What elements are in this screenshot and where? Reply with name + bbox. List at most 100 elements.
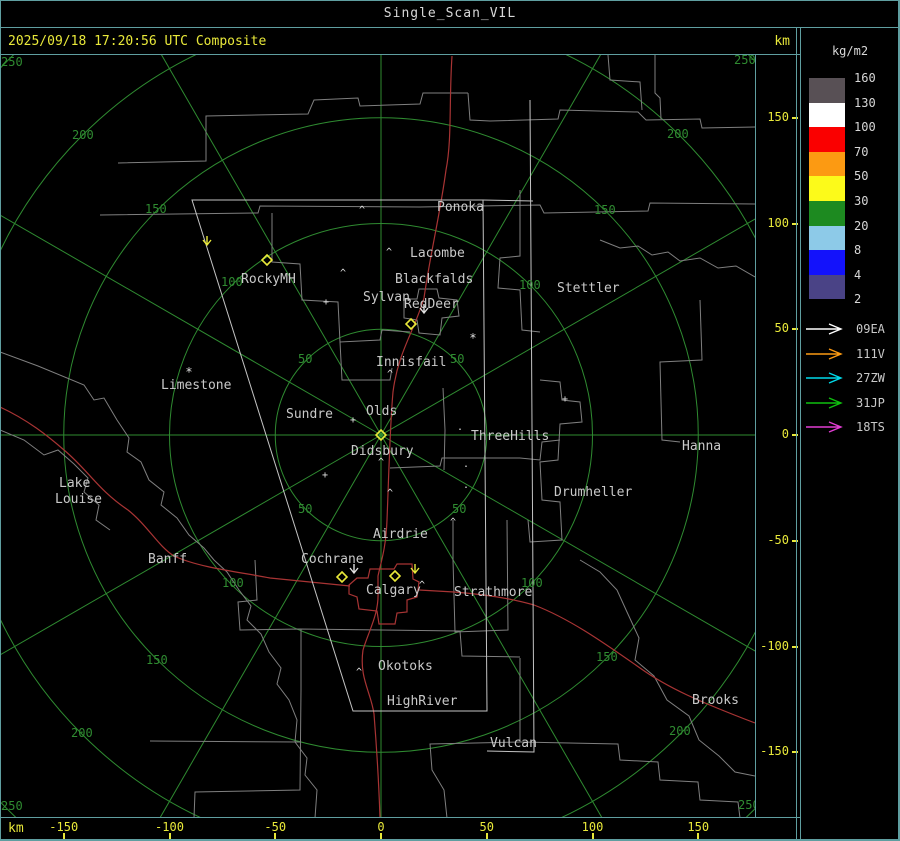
frame-datebar-bottom	[0, 54, 800, 55]
city-label: Blackfalds	[395, 272, 473, 287]
city-label: Lacombe	[410, 246, 465, 261]
range-ring-label: 150	[145, 202, 167, 216]
scan-coverage-outline	[486, 99, 535, 753]
city-label: Strathmore	[454, 585, 532, 600]
track-legend-row: 27ZW	[804, 367, 885, 389]
point-marker-icon: ^	[450, 517, 456, 528]
county-boundary	[527, 379, 583, 543]
right-axis-tick-mark	[792, 116, 798, 119]
county-boundary	[654, 55, 662, 120]
county-boundary	[607, 55, 643, 111]
point-marker-icon: *	[469, 331, 476, 345]
colorbar-unit-label: kg/m2	[831, 44, 869, 58]
status-bar: 2025/09/18 17:20:56 UTC Composite km	[0, 28, 800, 54]
track-id-label: 27ZW	[856, 371, 885, 385]
colorbar-swatch	[809, 127, 845, 152]
range-radial	[380, 434, 755, 652]
colorbar-swatch	[809, 151, 845, 177]
right-axis-tick-label: 50	[774, 321, 789, 336]
county-boundary	[452, 519, 509, 633]
bottom-axis-tick-label: 0	[377, 820, 385, 834]
track-legend-row: 111V	[804, 343, 885, 365]
range-ring-label: 50	[298, 502, 312, 516]
right-axis-unit-label: km	[774, 34, 790, 49]
city-label: HighRiver	[387, 694, 458, 709]
timestamp-label: 2025/09/18 17:20:56 UTC Composite	[8, 34, 267, 49]
range-ring-label: 150	[596, 650, 618, 664]
bottom-axis-tick-label: 150	[687, 820, 710, 834]
point-marker-icon: ^	[386, 247, 392, 258]
right-axis-tick-label: -50	[767, 532, 789, 547]
range-radial	[159, 434, 382, 818]
county-boundary	[467, 92, 755, 129]
city-label: Drumheller	[554, 485, 632, 500]
storm-cell-diamond-icon	[335, 570, 349, 584]
city-label: RedDeer	[404, 297, 459, 312]
right-axis-tick-label: 0	[781, 427, 789, 441]
county-boundary	[99, 202, 755, 216]
bottom-axis: km -150 -100 -50 0 50 100 150	[0, 818, 800, 841]
point-marker-icon: +	[323, 297, 329, 308]
point-marker-icon: ^	[378, 457, 384, 468]
point-marker-icon: ^	[387, 488, 393, 499]
track-id-label: 09EA	[856, 322, 885, 336]
colorbar-swatch	[809, 78, 845, 103]
range-ring-label: 200	[669, 724, 691, 738]
point-marker-icon: *	[185, 365, 192, 379]
colorbar-swatch	[809, 201, 845, 226]
colorbar-value-label: 70	[854, 144, 869, 159]
frame-title-bottom	[0, 27, 900, 28]
frame-legend-left-inner	[800, 28, 801, 841]
colorbar-swatch	[809, 250, 845, 275]
range-radial	[0, 214, 382, 436]
colorbar-value-label: 160	[854, 71, 876, 85]
track-arrow-icon	[806, 347, 843, 360]
storm-cell-diamond-icon	[388, 569, 402, 583]
colorbar-value-label: 20	[854, 218, 869, 233]
frame-bottombar-top	[0, 817, 800, 818]
colorbar-swatch	[809, 225, 845, 251]
track-legend-row: 31JP	[804, 392, 885, 414]
city-label: Banff	[148, 552, 187, 567]
bottom-axis-tick-label: -100	[155, 820, 184, 834]
right-axis-tick-mark	[792, 222, 798, 225]
colorbar-value-label: 4	[854, 267, 862, 282]
track-id-label: 111V	[856, 346, 885, 361]
point-marker-icon: +	[322, 470, 328, 481]
colorbar-value-label: 30	[854, 194, 869, 208]
colorbar-value-label: 2	[854, 292, 862, 307]
city-label: Limestone	[161, 378, 232, 393]
range-ring-label: 200	[71, 726, 93, 740]
title-bar: Single_Scan_VIL	[0, 0, 900, 27]
colorbar-swatch	[809, 102, 845, 128]
point-marker-icon: +	[562, 394, 568, 405]
radar-map-canvas[interactable]: 50505050100 100100100150 150150150200 20020…	[0, 55, 755, 818]
bottom-axis-tick-label: 50	[479, 820, 494, 834]
range-ring-label: 100	[222, 576, 244, 590]
bottom-axis-unit-label: km	[8, 821, 24, 836]
track-arrow-icon	[806, 396, 843, 409]
range-ring-label: 250	[1, 799, 23, 813]
range-ring-label: 250	[738, 798, 755, 812]
right-axis-tick-mark	[792, 539, 798, 542]
window-title: Single_Scan_VIL	[383, 6, 517, 21]
map-layers: 50505050100 100100100150 150150150200 20020…	[0, 55, 755, 818]
range-ring-label: 150	[594, 203, 616, 217]
county-boundary	[497, 190, 541, 333]
point-marker-icon: .	[463, 459, 469, 470]
point-marker-icon: ^	[419, 580, 425, 591]
legend-panel: kg/m2 160 130 100 70 50 30 20 8 4 2 09EA 111V 27ZW 3…	[800, 28, 900, 841]
city-label: Hanna	[682, 439, 721, 454]
range-ring-label: 250	[1, 55, 23, 69]
city-label: Vulcan	[490, 736, 537, 751]
frame-map-right	[755, 55, 756, 818]
range-ring-label: 150	[146, 653, 168, 667]
county-boundary	[519, 741, 741, 818]
track-arrow-icon	[806, 323, 843, 335]
county-boundary	[599, 239, 755, 278]
right-axis-tick-mark	[792, 434, 798, 436]
bottom-axis-tick-label: 100	[581, 820, 604, 834]
frame-legend-left-outer	[796, 28, 797, 841]
colorbar-value-label: 8	[854, 243, 862, 258]
range-ring-label: 250	[734, 55, 755, 67]
